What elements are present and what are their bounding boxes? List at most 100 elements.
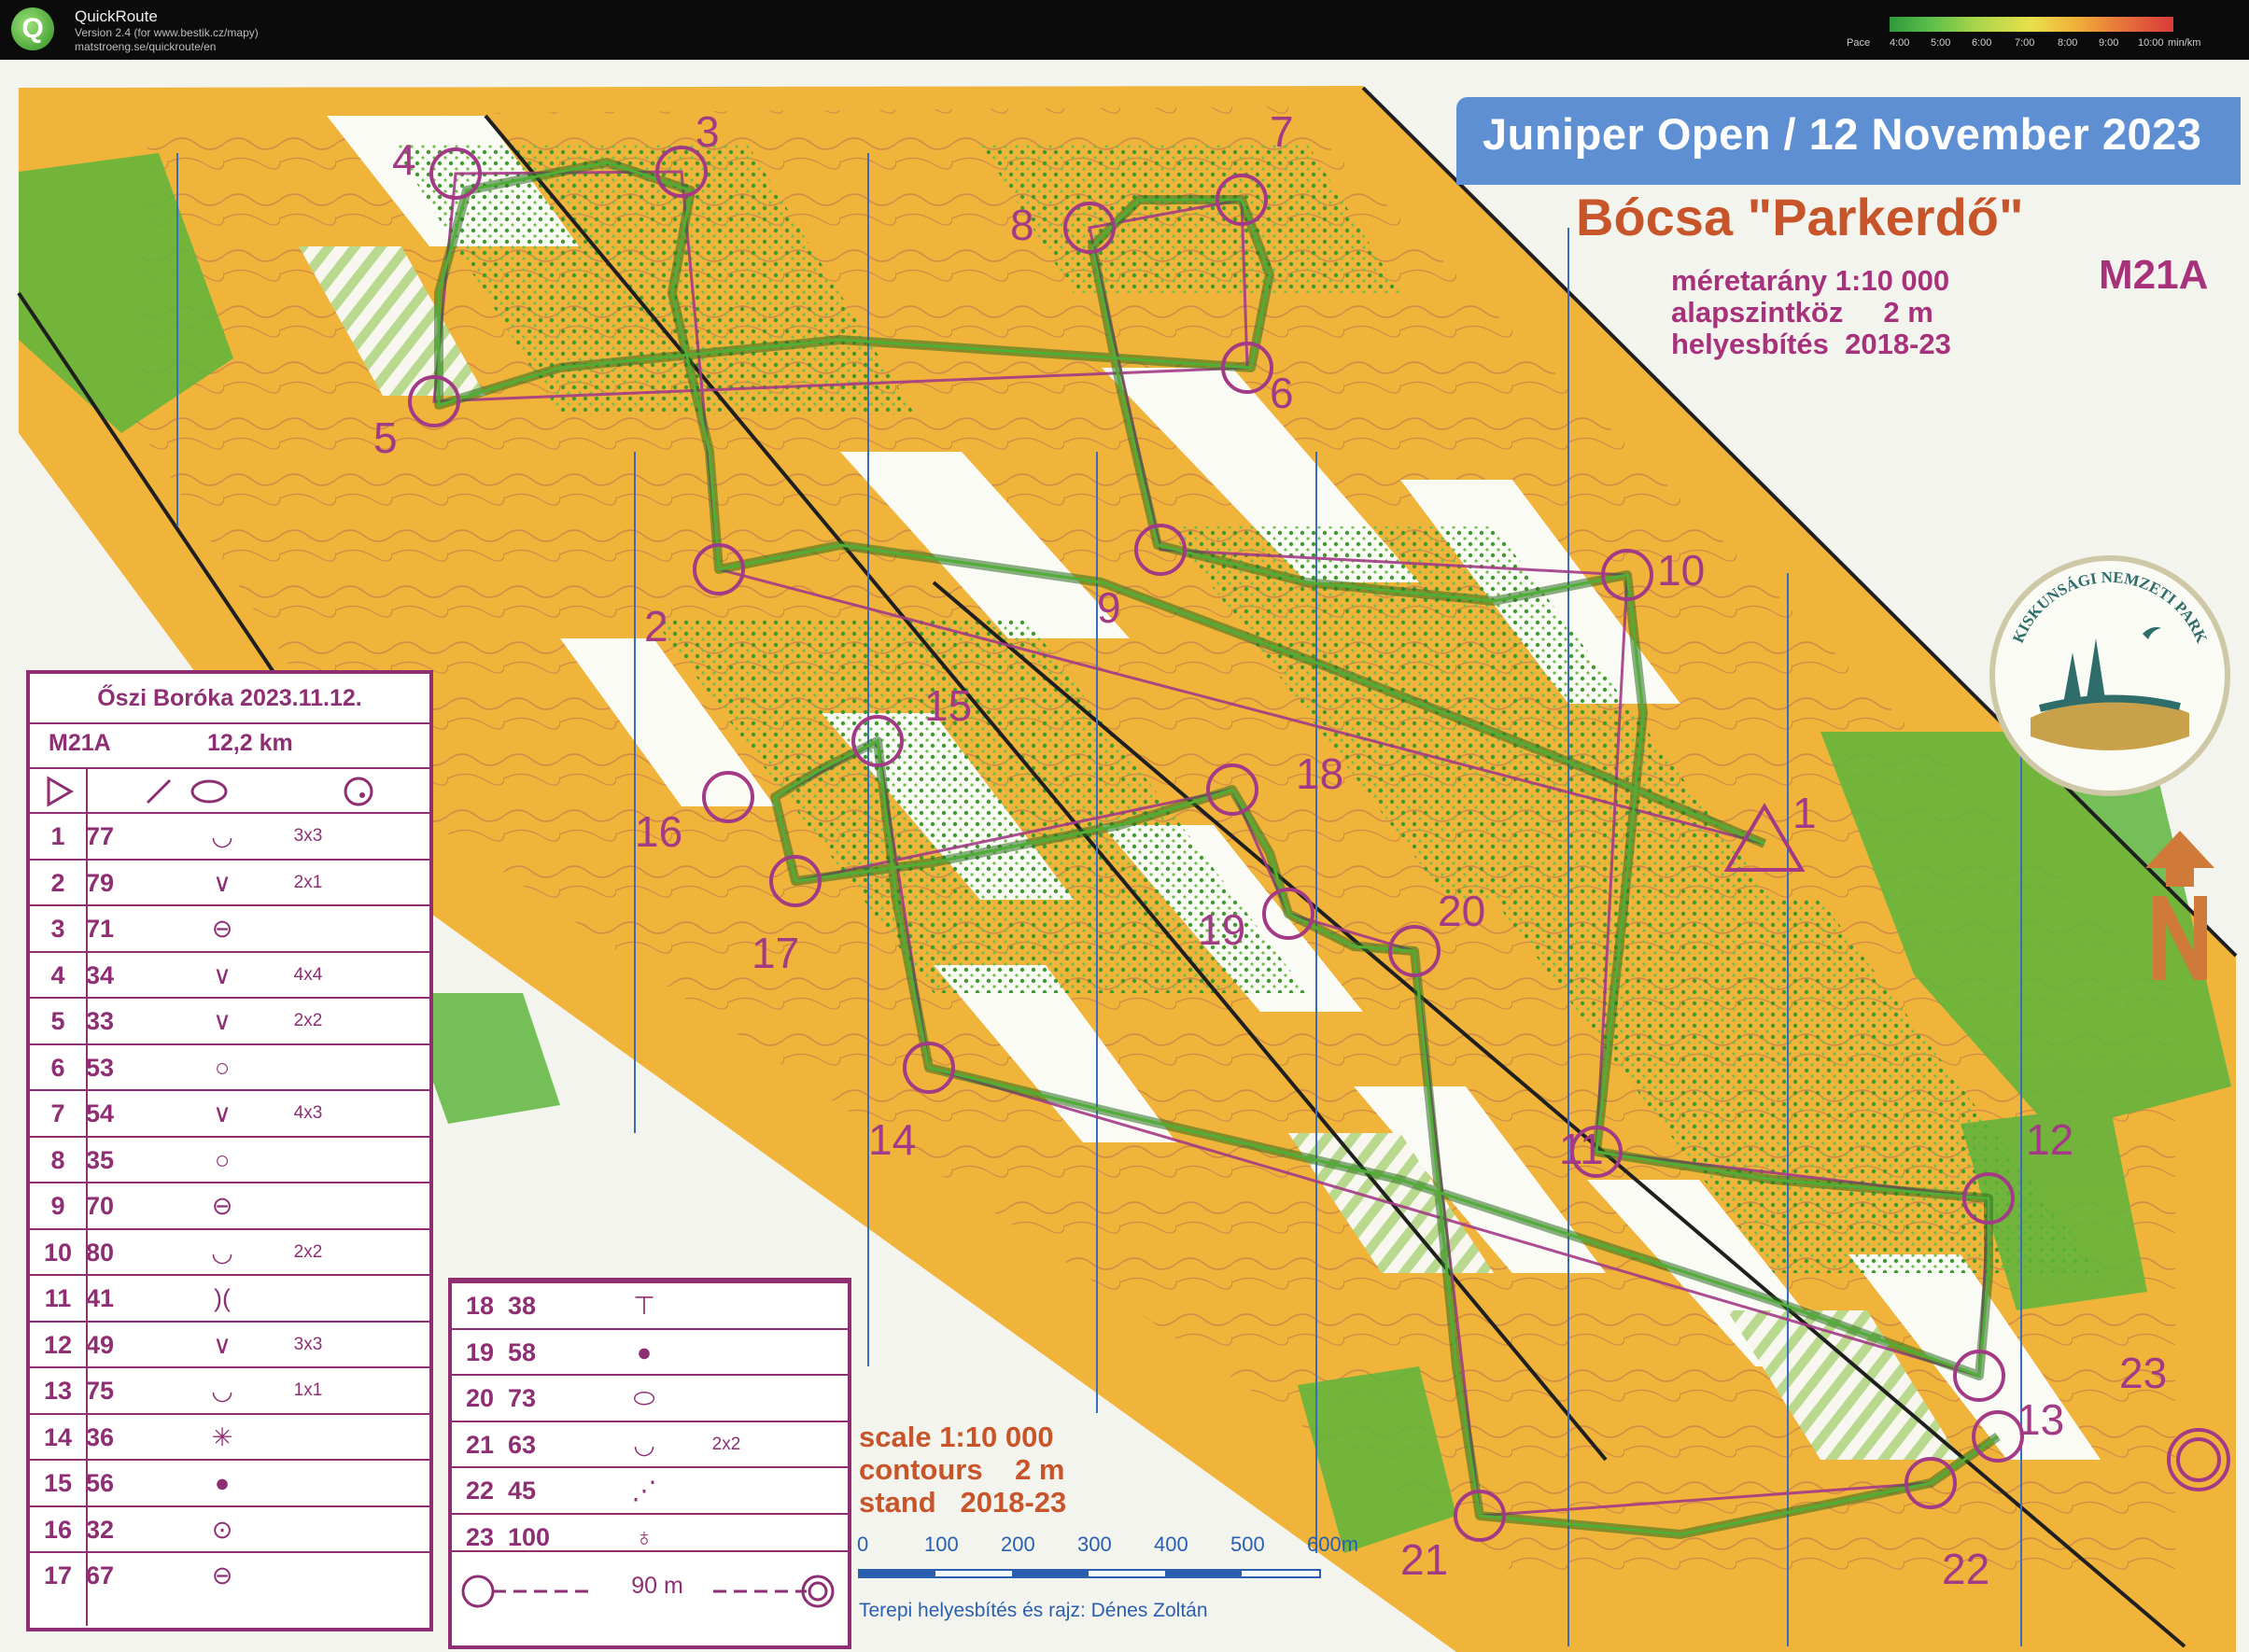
cds-row-number: 2 xyxy=(50,868,65,897)
cds-row-code: 35 xyxy=(86,1145,115,1174)
scale-info-scale: scale 1:10 000 xyxy=(859,1421,1054,1453)
cds-finish-row: 90 m xyxy=(452,1550,848,1644)
cds-title: Őszi Boróka 2023.11.12. xyxy=(97,685,362,711)
cds-row-dimension: 2x2 xyxy=(711,1434,741,1454)
cds-row-code: 80 xyxy=(86,1238,115,1267)
cds-row-code: 38 xyxy=(508,1292,537,1320)
cds-start-symbols xyxy=(47,776,373,807)
cds-start-row xyxy=(30,767,429,814)
pace-tick: 4:00 xyxy=(1890,37,1910,49)
orienteering-map[interactable]: 1 2 3 4 5 6 7 8 9 10 11 12 13 14 15 16 17 18 19 20 21 22 23 Ju… xyxy=(0,60,2249,1652)
map-title: Bócsa "Parkerdő" xyxy=(1576,188,2024,246)
course-class: M21A xyxy=(2099,252,2209,298)
cds-row-code: 79 xyxy=(86,868,115,897)
control-label-8: 8 xyxy=(1010,201,1034,249)
cds-row: 22 45 ⋰ xyxy=(452,1466,848,1513)
cds-row-number: 1 xyxy=(50,822,65,850)
cds-row: 11 41)( xyxy=(30,1274,429,1321)
cds-feature-symbol-icon: ⬭ xyxy=(633,1384,655,1412)
cds-row-code: 71 xyxy=(86,915,115,943)
cds-row-code: 63 xyxy=(508,1430,537,1459)
control-label-2: 2 xyxy=(644,602,668,651)
cds-row: 4 34 ∨ 4x4 xyxy=(30,950,429,998)
cds-row-dimension: 2x2 xyxy=(293,1241,323,1262)
cds-row: 17 67 ⊖ xyxy=(30,1551,429,1598)
cds-feature-symbol-icon: ⊤ xyxy=(633,1292,655,1320)
cds-feature-symbol-icon: ◡ xyxy=(633,1430,655,1459)
pace-tick: min/km xyxy=(2168,37,2201,49)
cds-row-number: 20 xyxy=(465,1384,495,1412)
control-label-7: 7 xyxy=(1270,107,1294,156)
cds-row-dimension: 4x3 xyxy=(293,1103,323,1123)
event-banner-text: Juniper Open / 12 November 2023 xyxy=(1483,109,2202,159)
cds-row-number: 5 xyxy=(50,1007,65,1035)
map-info: méretarány 1:10 000 alapszintköz 2 m hel… xyxy=(1671,265,1951,360)
cds-row-number: 19 xyxy=(465,1337,495,1366)
cds-feature-symbol-icon: ⋰ xyxy=(631,1477,657,1505)
control-label-15: 15 xyxy=(924,681,973,730)
cds-row-number: 14 xyxy=(43,1422,73,1451)
cds-feature-symbol-icon: ⊙ xyxy=(211,1515,233,1544)
cds-row-code: 73 xyxy=(508,1384,537,1412)
cds-row: 12 49 ∨ 3x3 xyxy=(30,1320,429,1367)
cds-finish-distance: 90 m xyxy=(631,1573,683,1599)
control-label-14: 14 xyxy=(868,1115,917,1164)
cds-row-number: 16 xyxy=(43,1515,73,1544)
cds-feature-symbol-icon: ● xyxy=(636,1337,653,1366)
cds-row-code: 54 xyxy=(86,1099,115,1127)
quickroute-logo-icon: Q xyxy=(11,7,54,50)
control-description-sheet: Őszi Boróka 2023.11.12. M21A 12,2 km 1 77… xyxy=(26,670,433,1631)
cds-feature-symbol-icon: ○ xyxy=(214,1145,231,1174)
cds-row-code: 67 xyxy=(86,1561,115,1589)
cds-row: 20 73 ⬭ xyxy=(452,1374,848,1421)
cds-row: 7 54 ∨ 4x3 xyxy=(30,1089,429,1136)
cds-length: 12,2 km xyxy=(207,730,293,756)
cds-row-dimension: 4x4 xyxy=(293,964,323,985)
north-arrow-icon xyxy=(2145,831,2214,980)
cds-row-code: 58 xyxy=(508,1337,537,1366)
control-label-6: 6 xyxy=(1270,369,1294,417)
cds-feature-symbol-icon: ∨ xyxy=(213,960,232,989)
cds-row: 10 80 ◡ 2x2 xyxy=(30,1227,429,1275)
cds-row-code: 41 xyxy=(86,1284,115,1312)
cds-row-code: 53 xyxy=(86,1053,115,1082)
cds-row-dimension: 2x1 xyxy=(293,872,323,892)
pace-tick: 7:00 xyxy=(2015,37,2035,49)
cds-feature-symbol-icon: ⊖ xyxy=(211,1561,233,1589)
map-info-contour: alapszintköz 2 m xyxy=(1671,296,1933,329)
app-name: QuickRoute xyxy=(75,7,158,25)
pace-tick: 10:00 xyxy=(2138,37,2164,49)
scale-info-stand: stand 2018-23 xyxy=(859,1486,1067,1519)
cds-row-number: 3 xyxy=(50,915,65,943)
cds-divider xyxy=(86,767,88,1626)
cds-row: 18 38 ⊤ xyxy=(452,1281,848,1328)
cds-class: M21A xyxy=(49,730,111,756)
cds-row: 2 79 ∨ 2x1 xyxy=(30,858,429,905)
cds-feature-symbol-icon: ◡ xyxy=(211,1238,233,1267)
cds-row-number: 7 xyxy=(50,1099,65,1127)
control-label-12: 12 xyxy=(2026,1115,2074,1164)
cds-row-number: 21 xyxy=(465,1430,495,1459)
cds-header-row: M21A 12,2 km xyxy=(30,722,429,769)
control-label-5: 5 xyxy=(373,413,398,462)
scale-info-contours: contours 2 m xyxy=(859,1453,1065,1486)
control-label-3: 3 xyxy=(696,107,720,156)
control-label-18: 18 xyxy=(1296,749,1344,798)
cds-row-number: 13 xyxy=(43,1377,73,1405)
cds-row-dimension: 1x1 xyxy=(293,1380,323,1400)
scale-info: scale 1:10 000 contours 2 m stand 2018-2… xyxy=(859,1421,1066,1519)
cds-row: 3 71 ⊖ xyxy=(30,904,429,951)
control-label-10: 10 xyxy=(1657,546,1706,595)
control-label-1: 1 xyxy=(1792,789,1817,837)
cds-row: 5 33 ∨ 2x2 xyxy=(30,997,429,1043)
app-version: Version 2.4 (for www.bestik.cz/mapy) xyxy=(75,26,259,39)
cds-row-code: 32 xyxy=(86,1515,115,1544)
control-label-9: 9 xyxy=(1097,583,1121,632)
app-title-bar: Q QuickRoute Version 2.4 (for www.bestik… xyxy=(0,0,2249,60)
cds-feature-symbol-icon: ◡ xyxy=(211,1377,233,1405)
scale-bar: 0 100 200 300 400 500 600m xyxy=(857,1533,1358,1589)
cds-row: 13 75 ◡ 1x1 xyxy=(30,1366,429,1413)
cds-row-number: 11 xyxy=(44,1284,72,1312)
cds-feature-symbol-icon: ∨ xyxy=(213,1099,232,1127)
cds-row: 16 32 ⊙ xyxy=(30,1505,429,1552)
